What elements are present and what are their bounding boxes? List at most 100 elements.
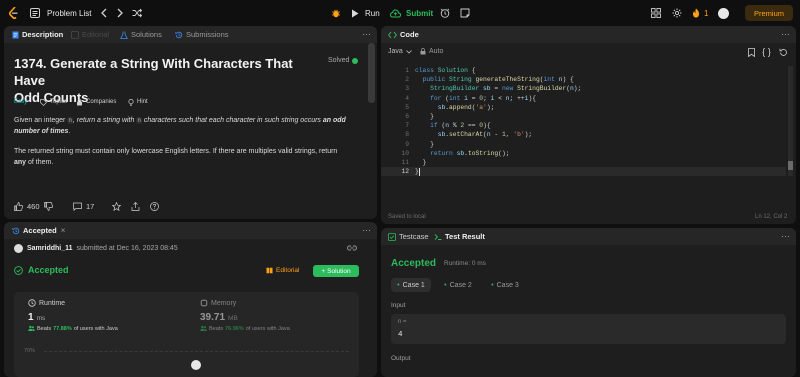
- tab-submissions[interactable]: Submissions: [175, 26, 229, 43]
- editorial-label: Editorial: [276, 267, 300, 274]
- play-icon: [352, 9, 359, 17]
- case-tab-1[interactable]: • Case 1: [391, 278, 431, 292]
- case-tab-2[interactable]: • Case 2: [438, 278, 478, 292]
- difficulty-badge[interactable]: Easy: [14, 97, 27, 107]
- tab-description[interactable]: Description: [12, 26, 63, 43]
- user-avatar[interactable]: [718, 0, 729, 26]
- panel-more-icon[interactable]: ⋯: [362, 29, 371, 40]
- premium-button[interactable]: Premium: [745, 5, 793, 21]
- companies-chip[interactable]: Companies: [76, 97, 116, 107]
- tab-submissions-label: Submissions: [186, 30, 229, 39]
- tab-code[interactable]: Code: [388, 26, 419, 43]
- leetcode-logo[interactable]: [9, 0, 19, 26]
- debug-icon[interactable]: [331, 0, 341, 26]
- code-scrollbar-thumb[interactable]: [788, 161, 793, 170]
- like-button[interactable]: 460: [14, 202, 40, 211]
- timer-icon[interactable]: [440, 0, 450, 26]
- tab-testcase-label: Testcase: [399, 232, 429, 241]
- input-box[interactable]: n = 4: [391, 314, 786, 344]
- companies-label: Companies: [86, 99, 117, 105]
- memory-beats: Beats 76.96% of users with Java: [200, 325, 350, 332]
- topics-chip[interactable]: Topics: [40, 97, 67, 107]
- shuffle-icon[interactable]: [132, 0, 142, 26]
- tab-solutions-label: Solutions: [131, 30, 162, 39]
- lock-icon: [420, 48, 426, 55]
- input-variable-name: n =: [398, 319, 407, 325]
- next-problem-icon[interactable]: [116, 0, 124, 26]
- settings-gear-icon[interactable]: [672, 0, 682, 26]
- case-label: Case 2: [449, 281, 472, 289]
- submit-button[interactable]: Submit: [390, 0, 433, 26]
- memory-value-row: 39.71 MB: [200, 312, 350, 323]
- auto-label: Auto: [429, 48, 444, 55]
- tab-accepted[interactable]: Accepted ×: [12, 222, 65, 239]
- problem-list-icon[interactable]: [30, 0, 40, 26]
- bookmark-icon[interactable]: [748, 48, 755, 57]
- runtime-value-row: 1 ms: [28, 312, 198, 323]
- tab-testcase[interactable]: Testcase: [388, 228, 429, 245]
- share-link-icon[interactable]: [347, 244, 357, 252]
- solution-label: Solution: [327, 267, 351, 275]
- case-label: Case 3: [496, 281, 519, 289]
- tab-editorial[interactable]: Editorial: [71, 26, 109, 43]
- previous-problem-icon[interactable]: [100, 0, 108, 26]
- favorite-star-icon[interactable]: [112, 202, 121, 211]
- test-runtime: Runtime: 0 ms: [444, 260, 486, 267]
- layout-grid-icon[interactable]: [651, 0, 661, 26]
- avatar: [14, 244, 23, 253]
- dislike-button[interactable]: [44, 202, 53, 211]
- panel-more-icon[interactable]: ⋯: [781, 231, 790, 242]
- case-tab-3[interactable]: • Case 3: [485, 278, 525, 292]
- panel-more-icon[interactable]: ⋯: [362, 225, 371, 236]
- streak-count: 1: [704, 8, 709, 18]
- run-button[interactable]: Run: [351, 0, 380, 26]
- solved-check-icon: [352, 57, 359, 64]
- tab-test-result[interactable]: Test Result: [434, 228, 485, 245]
- share-icon[interactable]: [131, 202, 140, 211]
- help-icon[interactable]: [150, 202, 159, 211]
- description-scrollbar[interactable]: [368, 43, 375, 103]
- close-tab-icon[interactable]: ×: [61, 226, 66, 235]
- beats-prefix: Beats: [37, 325, 52, 332]
- desc-bold-text: any: [14, 158, 27, 166]
- book-icon: [71, 30, 79, 39]
- desc-bold-text: an odd: [322, 117, 346, 124]
- tab-description-label: Description: [22, 30, 64, 39]
- submission-author: Samriddhi_11 submitted at Dec 16, 2023 0…: [14, 244, 178, 253]
- runtime-beats: Beats 77.88% of users with Java: [28, 325, 198, 332]
- solution-button[interactable]: + Solution: [313, 265, 359, 277]
- panel-more-icon[interactable]: ⋯: [781, 29, 790, 40]
- comments-button[interactable]: 17: [73, 202, 94, 211]
- saved-status: Saved to local: [388, 214, 426, 220]
- streak-counter[interactable]: 1: [692, 0, 708, 26]
- beats-prefix: Beats: [209, 325, 224, 332]
- username[interactable]: Samriddhi_11: [27, 245, 73, 252]
- cloud-upload-icon: [390, 8, 401, 17]
- code-editor[interactable]: 1 class Solution { 2 public String genera…: [381, 66, 791, 184]
- submitted-timestamp: submitted at Dec 16, 2023 08:45: [76, 245, 178, 252]
- notes-icon[interactable]: [460, 0, 470, 26]
- clock-icon: [28, 299, 36, 307]
- difficulty-label: Easy: [14, 99, 28, 105]
- editorial-button[interactable]: Editorial: [266, 267, 299, 274]
- code-scrollbar[interactable]: [788, 66, 793, 176]
- problem-list-link[interactable]: Problem List: [47, 0, 91, 26]
- tab-solutions[interactable]: Solutions: [120, 26, 162, 43]
- test-status: Accepted: [391, 258, 437, 269]
- user-position-marker[interactable]: [191, 360, 201, 370]
- language-selector[interactable]: Java: [388, 48, 412, 55]
- auto-complete-toggle[interactable]: Auto: [420, 48, 443, 55]
- hint-chip[interactable]: Hint: [128, 97, 148, 107]
- accepted-label: Accepted: [28, 265, 69, 275]
- format-braces-icon[interactable]: [762, 48, 771, 57]
- comments-count: 17: [86, 202, 95, 211]
- reset-icon[interactable]: [779, 48, 788, 57]
- chart-gridline: [44, 351, 349, 352]
- desc-text: Given an integer: [14, 117, 68, 124]
- runtime-stat[interactable]: Runtime 1 ms Beats 77.88% of users with …: [28, 299, 198, 344]
- distribution-chart-tick: 70%: [24, 348, 36, 354]
- memory-stat[interactable]: Memory 39.71 MB Beats 76.96% of users wi…: [200, 299, 350, 344]
- case-label: Case 1: [402, 281, 425, 289]
- desc-text: .: [68, 127, 71, 135]
- problem-description-paragraph-1: Given an integer n, return a string with…: [14, 116, 364, 137]
